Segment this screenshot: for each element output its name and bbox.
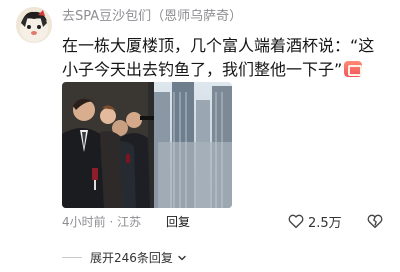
avatar[interactable]: [16, 7, 52, 43]
chevron-down-icon: [178, 255, 186, 260]
like-count: 2.5万: [308, 215, 342, 231]
expand-replies[interactable]: 展开246条回复: [62, 249, 187, 266]
comment-body: 在一栋大厦楼顶，几个富人端着酒杯说：“这小子今天出去钓鱼了，我们整他一下子”: [62, 36, 375, 79]
comment-text: 在一栋大厦楼顶，几个富人端着酒杯说：“这小子今天出去钓鱼了，我们整他一下子”: [62, 34, 380, 82]
avatar-image: [16, 7, 52, 43]
broken-heart-icon: [367, 214, 383, 229]
heart-outline-icon: [288, 214, 304, 229]
like-button[interactable]: 2.5万: [287, 211, 342, 231]
expand-replies-label: 展开246条回复: [90, 251, 173, 265]
comment-image[interactable]: [62, 82, 232, 208]
dislike-button[interactable]: [366, 212, 384, 230]
rooftop-photo: [62, 82, 232, 208]
comment-username[interactable]: 去SPA豆沙包们（恩师乌萨奇）: [62, 8, 242, 26]
image-badge-icon: [344, 61, 363, 77]
reply-button[interactable]: 回复: [166, 213, 190, 230]
expand-divider: [62, 257, 82, 258]
comment-time-location: 4小时前 · 江苏: [62, 215, 142, 229]
